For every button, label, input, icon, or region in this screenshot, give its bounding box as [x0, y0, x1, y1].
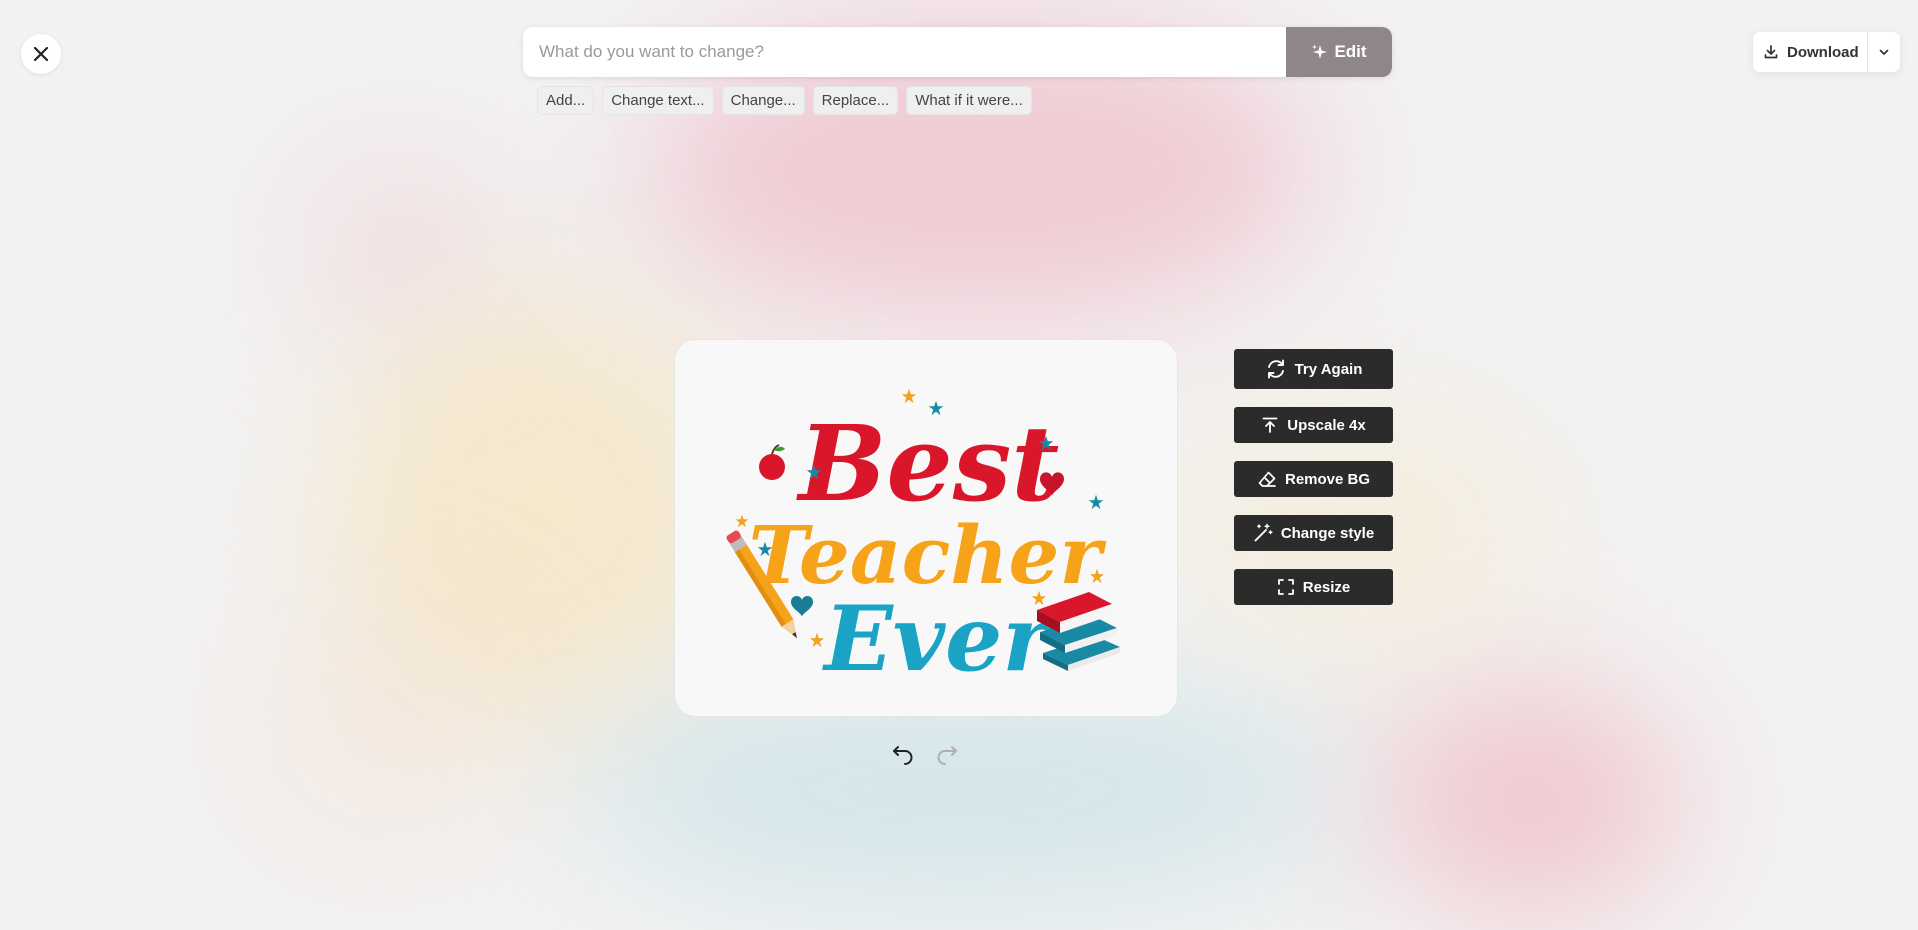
try-again-label: Try Again	[1294, 360, 1363, 378]
image-word-best: Best	[796, 402, 1060, 525]
download-group: Download	[1753, 32, 1900, 72]
download-options-button[interactable]	[1868, 32, 1900, 72]
remove-bg-button[interactable]: Remove BG	[1234, 461, 1393, 497]
best-teacher-ever-illustration: Best Teacher Ever	[726, 388, 1120, 692]
close-button[interactable]	[21, 34, 61, 74]
background-blur	[300, 160, 500, 320]
close-icon	[33, 46, 49, 62]
eraser-icon	[1258, 471, 1276, 487]
suggestion-chip-add[interactable]: Add...	[537, 86, 595, 115]
undo-button[interactable]	[890, 742, 916, 768]
resize-button[interactable]: Resize	[1234, 569, 1393, 605]
upscale-icon	[1262, 417, 1278, 433]
suggestion-chip-what-if[interactable]: What if it were...	[906, 86, 1032, 115]
edit-button[interactable]: Edit	[1286, 27, 1392, 77]
refresh-icon	[1267, 359, 1284, 379]
change-style-label: Change style	[1280, 524, 1375, 542]
redo-button[interactable]	[934, 742, 960, 768]
upscale-label: Upscale 4x	[1287, 416, 1366, 434]
suggestion-chip-change[interactable]: Change...	[721, 86, 805, 115]
download-icon	[1764, 45, 1778, 59]
resize-label: Resize	[1302, 578, 1351, 596]
suggestion-chip-replace[interactable]: Replace...	[812, 86, 899, 115]
change-style-button[interactable]: Change style	[1234, 515, 1393, 551]
suggestion-chips: Add... Change text... Change... Replace.…	[537, 86, 1032, 115]
suggestion-chip-change-text[interactable]: Change text...	[602, 86, 714, 115]
sparkle-icon	[1312, 44, 1328, 59]
undo-icon	[893, 746, 913, 765]
try-again-button[interactable]: Try Again	[1234, 349, 1393, 389]
prompt-input[interactable]	[523, 27, 1286, 77]
upscale-button[interactable]: Upscale 4x	[1234, 407, 1393, 443]
history-controls	[890, 742, 960, 768]
generated-image[interactable]: Best Teacher Ever	[674, 339, 1178, 717]
download-label: Download	[1787, 43, 1859, 61]
resize-icon	[1277, 579, 1294, 595]
magic-wand-icon	[1254, 523, 1273, 542]
image-word-ever: Ever	[821, 586, 1055, 692]
chevron-down-icon	[1879, 49, 1889, 55]
prompt-bar: Edit	[523, 27, 1392, 77]
apple-icon	[759, 444, 785, 480]
background-blur	[1380, 690, 1680, 910]
download-button[interactable]: Download	[1753, 32, 1868, 72]
background-blur	[260, 620, 500, 840]
edit-label: Edit	[1334, 42, 1367, 61]
remove-bg-label: Remove BG	[1284, 470, 1371, 488]
redo-icon	[937, 746, 957, 765]
